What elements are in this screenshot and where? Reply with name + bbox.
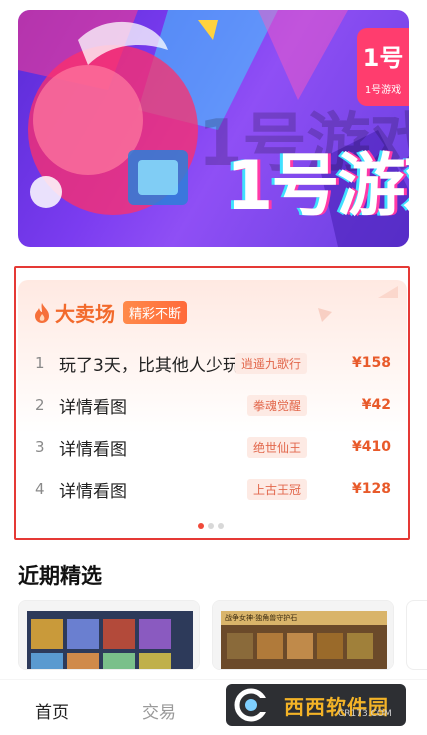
hot-market-card[interactable]: 大卖场 精彩不断 1 玩了3天，比其他人少玩… 逍遥九歌行 ¥158 2 详情看…	[18, 280, 407, 536]
item-price: ¥128	[352, 481, 391, 497]
item-game-tag: 绝世仙王	[246, 436, 307, 458]
section-title: 近期精选	[18, 564, 102, 588]
item-index: 1	[35, 354, 45, 372]
list-item[interactable]: 4 详情看图 上古王冠 ¥128	[18, 468, 407, 510]
hot-list: 1 玩了3天，比其他人少玩… 逍遥九歌行 ¥158 2 详情看图 拳魂觉醒 ¥4…	[18, 342, 407, 510]
pagination-dot[interactable]	[208, 523, 214, 529]
decor-triangle-icon	[318, 308, 332, 322]
watermark-subtext: CR173.COM	[338, 709, 392, 719]
pagination-dot[interactable]	[218, 523, 224, 529]
item-index: 3	[35, 438, 45, 456]
list-item[interactable]: 3 详情看图 绝世仙王 ¥410	[18, 426, 407, 468]
item-title: 详情看图	[59, 397, 127, 418]
item-price: ¥158	[352, 355, 391, 371]
item-price: ¥410	[352, 439, 391, 455]
badge-text: 1号游戏	[364, 85, 402, 96]
item-game-tag: 逍遥九歌行	[234, 352, 307, 374]
list-item[interactable]: 2 详情看图 拳魂觉醒 ¥42	[18, 384, 407, 426]
featured-card[interactable]: 战争女神·独角兽守护石	[212, 600, 394, 670]
item-game-tag: 拳魂觉醒	[246, 394, 307, 416]
featured-card-peek[interactable]	[406, 600, 427, 670]
featured-thumbnail	[19, 601, 199, 669]
site-watermark: 西西软件园 CR173.COM	[226, 684, 406, 726]
item-price: ¥42	[361, 397, 391, 413]
featured-card[interactable]	[18, 600, 200, 670]
promo-banner[interactable]: 1号游戏 1号游戏 1号 1号游戏	[18, 10, 409, 247]
carousel-pagination	[198, 523, 224, 529]
pagination-dot-active[interactable]	[198, 523, 204, 529]
flame-icon	[35, 302, 49, 323]
item-title: 详情看图	[59, 439, 127, 460]
item-game-tag: 上古王冠	[246, 478, 307, 500]
banner-logo-badge: 1号 1号游戏	[357, 28, 409, 106]
featured-thumbnail	[213, 601, 393, 669]
item-title: 详情看图	[59, 481, 127, 502]
watermark-logo-icon	[234, 688, 270, 722]
item-index: 2	[35, 396, 45, 414]
card-tagline-badge: 精彩不断	[123, 301, 188, 324]
banner-title: 1号游戏	[226, 147, 409, 226]
item-index: 4	[35, 480, 45, 498]
list-item[interactable]: 1 玩了3天，比其他人少玩… 逍遥九歌行 ¥158	[18, 342, 407, 384]
card-header: 大卖场 精彩不断	[32, 298, 188, 327]
badge-number: 1号	[362, 44, 404, 72]
decor-shape-icon	[378, 286, 398, 298]
nav-trade[interactable]: 交易	[142, 698, 176, 723]
card-title: 大卖场	[55, 302, 115, 326]
thumbnail-caption: 战争女神·独角兽守护石	[225, 614, 298, 622]
nav-home[interactable]: 首页	[35, 698, 69, 723]
